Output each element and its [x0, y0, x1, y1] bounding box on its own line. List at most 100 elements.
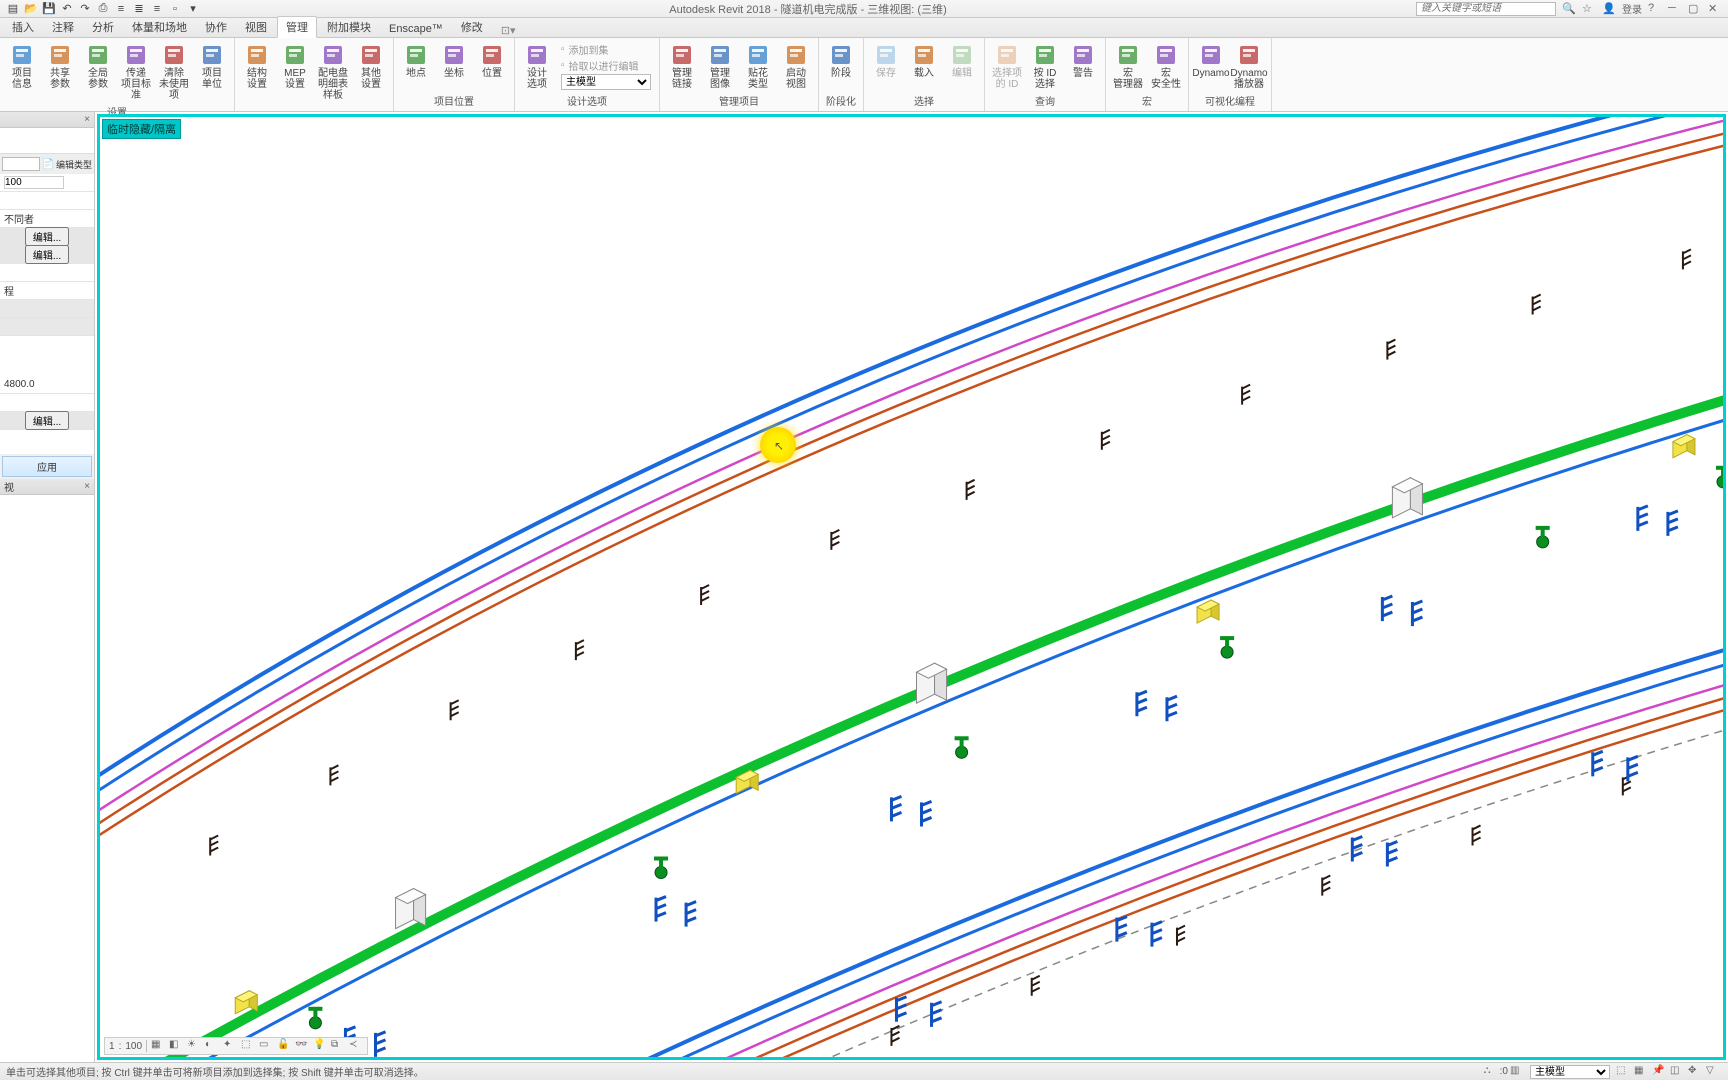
tab-modify[interactable]: 修改: [453, 17, 491, 37]
help-icon[interactable]: ?: [1648, 2, 1662, 16]
project-browser-body[interactable]: [0, 495, 94, 1062]
ribbon-btn-8-1[interactable]: 宏安全性: [1148, 40, 1184, 92]
edit-type-label[interactable]: 编辑类型: [56, 158, 92, 171]
apply-button[interactable]: 应用: [2, 456, 92, 477]
analytical-icon[interactable]: ≺: [349, 1039, 363, 1053]
worksharing-icon[interactable]: ⧉: [331, 1039, 345, 1053]
close-icon[interactable]: ✕: [1708, 2, 1722, 16]
undo-icon[interactable]: ↶: [60, 2, 74, 16]
maximize-icon[interactable]: ▢: [1688, 2, 1702, 16]
subscription-icon[interactable]: ☆: [1582, 2, 1596, 16]
ribbon-btn-2-0[interactable]: 地点: [398, 40, 434, 81]
tab-manage[interactable]: 管理: [277, 16, 317, 38]
close-views-icon[interactable]: ▫: [168, 2, 182, 16]
tab-collaborate[interactable]: 协作: [197, 17, 235, 37]
scale-input[interactable]: [4, 176, 64, 189]
temp-hide-isolate-tag[interactable]: 临时隐藏/隔离: [102, 119, 181, 139]
ribbon-btn-8-0[interactable]: 宏管理器: [1110, 40, 1146, 92]
reveal-hidden-icon[interactable]: 💡: [313, 1039, 327, 1053]
rendering-icon[interactable]: ✦: [223, 1039, 237, 1053]
ribbon-btn-0-2[interactable]: 全局参数: [80, 40, 116, 92]
select-face-icon[interactable]: ◫: [1670, 1065, 1684, 1079]
temp-hide-icon[interactable]: 👓: [295, 1039, 309, 1053]
ribbon-btn-1-0[interactable]: 结构设置: [239, 40, 275, 92]
crop-region-icon[interactable]: ▭: [259, 1039, 273, 1053]
search-icon[interactable]: 🔍: [1562, 2, 1576, 16]
select-links-icon[interactable]: ⬚: [1616, 1065, 1630, 1079]
ribbon-btn-0-0[interactable]: 项目信息: [4, 40, 40, 92]
login-link[interactable]: 登录: [1622, 1, 1642, 16]
redo-icon[interactable]: ↷: [78, 2, 92, 16]
3d-view-canvas[interactable]: [100, 117, 1723, 1057]
properties-close-icon[interactable]: ×: [84, 114, 90, 125]
ribbon-btn-4-3[interactable]: 启动视图: [778, 40, 814, 92]
select-pinned-icon[interactable]: 📌: [1652, 1065, 1666, 1079]
tab-massing[interactable]: 体量和场地: [124, 17, 195, 37]
drag-elements-icon[interactable]: ✥: [1688, 1065, 1702, 1079]
ribbon-btn-6-1[interactable]: 载入: [906, 40, 942, 81]
design-option-filter[interactable]: 主模型: [561, 74, 651, 90]
detail-level-icon[interactable]: ▦: [151, 1039, 165, 1053]
ribbon-btn-0-3[interactable]: 传递项目标准: [118, 40, 154, 103]
ribbon-btn-4-1[interactable]: 管理图像: [702, 40, 738, 92]
app-menu-icon[interactable]: ▤: [6, 2, 20, 16]
tab-view[interactable]: 视图: [237, 17, 275, 37]
edit-button-1[interactable]: 编辑...: [25, 227, 69, 246]
ribbon-expand-icon[interactable]: ⊡▾: [501, 24, 516, 37]
ribbon-btn-0-5[interactable]: 项目单位: [194, 40, 230, 92]
browser-close-icon[interactable]: ×: [84, 481, 90, 492]
ribbon-btn-5-0[interactable]: 阶段: [823, 40, 859, 81]
tab-enscape[interactable]: Enscape™: [381, 21, 451, 37]
prop-row-generic2[interactable]: [0, 264, 94, 282]
switch-windows-icon[interactable]: ▾: [186, 2, 200, 16]
align-icon[interactable]: ≣: [132, 2, 146, 16]
edit-type-icon[interactable]: 📄: [42, 159, 54, 170]
ribbon-btn-3-0[interactable]: 设计选项: [519, 40, 555, 92]
tab-annotate[interactable]: 注释: [44, 17, 82, 37]
help-search-input[interactable]: [1416, 2, 1556, 16]
scale-label-2[interactable]: 100: [125, 1041, 142, 1052]
ribbon-btn-1-2[interactable]: 配电盘明细表样板: [315, 40, 351, 103]
ribbon-btn-1-3[interactable]: 其他设置: [353, 40, 389, 92]
ribbon-btn-7-2[interactable]: 警告: [1065, 40, 1101, 81]
edit-button-3[interactable]: 编辑...: [25, 411, 69, 430]
ribbon-btn-0-1[interactable]: 共享参数: [42, 40, 78, 92]
status-editable-icon[interactable]: ▥: [1510, 1065, 1524, 1079]
user-icon[interactable]: 👤: [1602, 2, 1616, 16]
select-underlay-icon[interactable]: ▦: [1634, 1065, 1648, 1079]
ribbon-btn-4-2[interactable]: 贴花类型: [740, 40, 776, 92]
ribbon-btn-7-1[interactable]: 按 ID选择: [1027, 40, 1063, 92]
prop-row-generic3[interactable]: [0, 394, 94, 412]
prop-row-generic1[interactable]: [0, 192, 94, 210]
shadows-icon[interactable]: ◐: [205, 1039, 219, 1053]
ribbon-btn-2-2[interactable]: 位置: [474, 40, 510, 81]
print-icon[interactable]: ⎙: [96, 2, 110, 16]
type-selector-placeholder[interactable]: [0, 128, 94, 154]
crop-view-icon[interactable]: ⬚: [241, 1039, 255, 1053]
type-selector-dropdown[interactable]: [2, 157, 40, 171]
ribbon-btn-2-1[interactable]: 坐标: [436, 40, 472, 81]
thin-lines-icon[interactable]: ≡: [150, 2, 164, 16]
ribbon-btn-9-0[interactable]: Dynamo: [1193, 40, 1229, 81]
tab-addins[interactable]: 附加模块: [319, 17, 379, 37]
design-option-combo[interactable]: 主模型: [1530, 1065, 1610, 1079]
ribbon-btn-0-4[interactable]: 清除未使用项: [156, 40, 192, 103]
filter-icon[interactable]: ▽: [1706, 1065, 1720, 1079]
unlock-3d-icon[interactable]: 🔓: [277, 1039, 291, 1053]
scale-label-1[interactable]: 1: [109, 1041, 115, 1052]
visual-style-icon[interactable]: ◧: [169, 1039, 183, 1053]
status-workset-icon[interactable]: ⛬: [1484, 1065, 1498, 1079]
edit-button-2[interactable]: 编辑...: [25, 245, 69, 264]
open-icon[interactable]: 📂: [24, 2, 38, 16]
tab-analyze[interactable]: 分析: [84, 17, 122, 37]
prop-row-group1[interactable]: [0, 300, 94, 318]
ribbon-btn-1-1[interactable]: MEP设置: [277, 40, 313, 92]
prop-row-group2[interactable]: [0, 318, 94, 336]
ribbon-btn-9-1[interactable]: Dynamo播放器: [1231, 40, 1267, 92]
minimize-icon[interactable]: ─: [1668, 2, 1682, 16]
sun-path-icon[interactable]: ☀: [187, 1039, 201, 1053]
ribbon-btn-4-0[interactable]: 管理链接: [664, 40, 700, 92]
tab-insert[interactable]: 插入: [4, 17, 42, 37]
save-icon[interactable]: 💾: [42, 2, 56, 16]
measure-icon[interactable]: ≡: [114, 2, 128, 16]
